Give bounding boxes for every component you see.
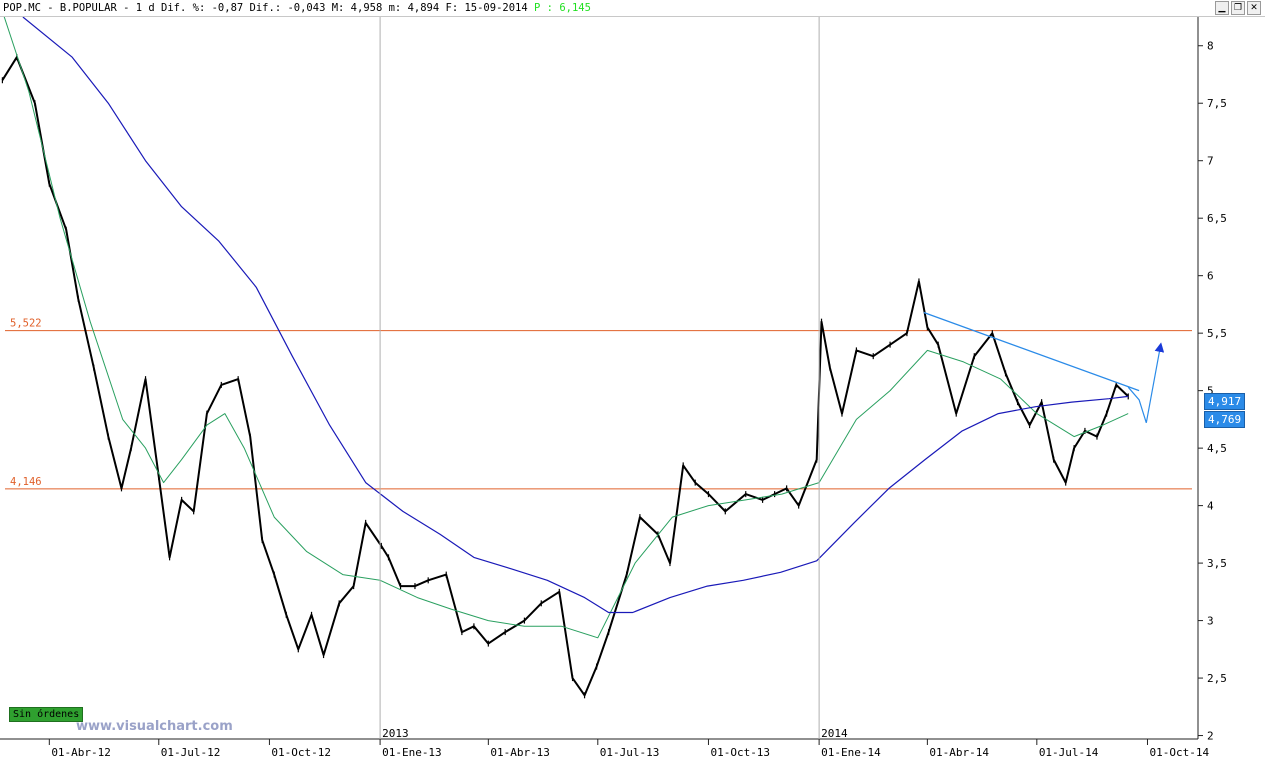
price-chart[interactable]: 5,5224,146 22,533,544,555,566,577,58 01-… [0, 17, 1265, 763]
title-p-label: P : [534, 2, 553, 14]
y-tick-label: 3,5 [1207, 557, 1227, 570]
year-label: 2014 [821, 727, 848, 740]
minimize-icon[interactable]: ▁ [1215, 1, 1229, 15]
title-text: POP.MC - B.POPULAR - 1 d Dif. %: -0,87 D… [3, 2, 528, 14]
x-tick-label: 01-Oct-13 [710, 746, 770, 759]
x-tick-label: 01-Abr-13 [490, 746, 550, 759]
x-tick-label: 01-Abr-12 [51, 746, 111, 759]
chart-window: POP.MC - B.POPULAR - 1 d Dif. %: -0,87 D… [0, 0, 1265, 763]
x-tick-label: 01-Jul-13 [600, 746, 660, 759]
y-tick-label: 7 [1207, 155, 1214, 168]
last-price-tag: 4,917 [1204, 393, 1246, 410]
ma-price-tag: 4,769 [1204, 411, 1246, 428]
x-tick-label: 01-Oct-12 [271, 746, 331, 759]
y-tick-label: 8 [1207, 40, 1214, 53]
x-tick-label: 01-Jul-14 [1039, 746, 1099, 759]
y-tick-label: 2,5 [1207, 672, 1227, 685]
level-label-1: 4,146 [10, 476, 42, 488]
title-bar: POP.MC - B.POPULAR - 1 d Dif. %: -0,87 D… [0, 0, 1265, 17]
y-tick-label: 4 [1207, 500, 1214, 513]
x-tick-label: 01-Abr-14 [929, 746, 989, 759]
y-tick-label: 2 [1207, 730, 1214, 743]
sin-ordenes-badge[interactable]: Sin órdenes [9, 707, 84, 722]
y-tick-label: 5,5 [1207, 327, 1227, 340]
x-tick-label: 01-Oct-14 [1149, 746, 1209, 759]
y-tick-label: 6,5 [1207, 212, 1227, 225]
year-label: 2013 [382, 727, 409, 740]
title-p-value: 6,145 [559, 2, 591, 14]
y-tick-label: 6 [1207, 270, 1214, 283]
restore-icon[interactable]: ❐ [1231, 1, 1245, 15]
x-tick-label: 01-Jul-12 [161, 746, 221, 759]
y-tick-label: 7,5 [1207, 97, 1227, 110]
chart-background [0, 17, 1265, 763]
x-tick-label: 01-Ene-13 [382, 746, 442, 759]
close-icon[interactable]: ✕ [1247, 1, 1261, 15]
level-label-0: 5,522 [10, 318, 42, 330]
title-text-wrapper: POP.MC - B.POPULAR - 1 d Dif. %: -0,87 D… [3, 0, 591, 16]
y-tick-label: 3 [1207, 615, 1214, 628]
y-tick-label: 4,5 [1207, 442, 1227, 455]
x-tick-label: 01-Ene-14 [821, 746, 881, 759]
watermark: www.visualchart.com [76, 719, 233, 734]
